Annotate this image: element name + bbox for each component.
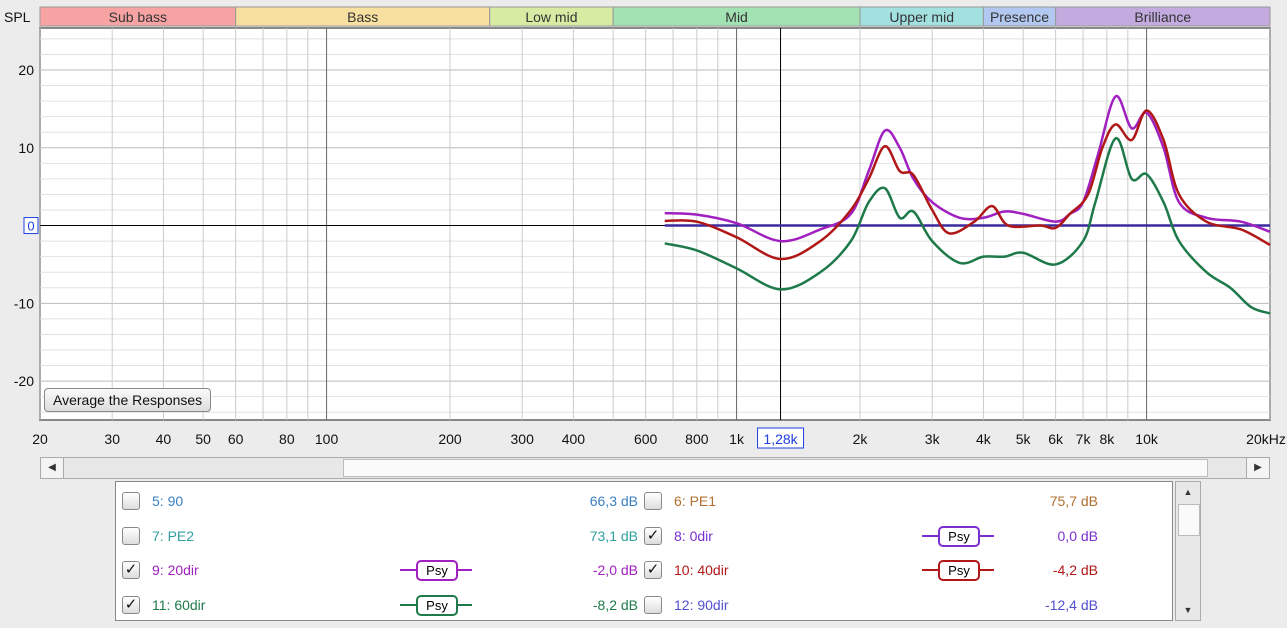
measurement-name[interactable]: 7: PE2: [152, 528, 194, 544]
legend-scroll-thumb[interactable]: [1178, 504, 1200, 536]
check-icon: ✓: [646, 526, 660, 544]
check-icon: ✓: [646, 561, 660, 578]
x-tick-label: 8k: [1099, 431, 1115, 447]
legend-scrollbar[interactable]: ▲ ▼: [1175, 481, 1201, 621]
smoothing-indicator[interactable]: Psy: [400, 594, 472, 616]
x-tick-label: 40: [156, 431, 172, 447]
measurement-legend: 5: 90 66,3 dB 6: PE1 75,7 dB 7: PE2 73,1 dB…: [115, 481, 1173, 621]
psy-label: Psy: [416, 560, 458, 581]
visibility-checkbox[interactable]: ✓: [644, 561, 662, 579]
visibility-checkbox[interactable]: [644, 492, 662, 510]
y-tick-label: 10: [18, 140, 34, 156]
average-responses-button[interactable]: Average the Responses: [44, 388, 212, 412]
visibility-checkbox[interactable]: [122, 526, 140, 545]
x-tick-label: 10k: [1135, 431, 1159, 447]
scroll-thumb[interactable]: [343, 459, 1208, 477]
x-tick-label: 60: [228, 431, 244, 447]
x-tick-label: 7k: [1076, 431, 1092, 447]
visibility-checkbox[interactable]: ✓: [122, 561, 140, 579]
y-tick-label: 20: [18, 62, 34, 78]
x-tick-label: 3k: [925, 431, 941, 447]
scroll-left-button[interactable]: ◀: [41, 458, 64, 478]
legend-item: 7: PE2 73,1 dB: [118, 525, 638, 547]
measurement-name[interactable]: 11: 60dir: [152, 597, 205, 613]
legend-item: 12: 90dir -12,4 dB: [640, 594, 1160, 616]
measurement-name[interactable]: 12: 90dir: [674, 597, 728, 613]
band-label: Sub bass: [109, 9, 167, 25]
measurement-name[interactable]: 9: 20dir: [152, 562, 199, 578]
band-label: Bass: [347, 9, 378, 25]
measurement-offset: 75,7 dB: [1049, 493, 1098, 509]
y-axis-label: SPL: [4, 9, 31, 25]
x-tick-label: 2k: [853, 431, 869, 447]
band-label: Presence: [990, 9, 1049, 25]
measurement-offset: 73,1 dB: [589, 527, 638, 544]
x-tick-label: 1k: [729, 431, 745, 447]
scroll-down-button[interactable]: ▼: [1176, 600, 1200, 620]
measurement-name[interactable]: 5: 90: [152, 493, 183, 509]
horizontal-scrollbar[interactable]: ◀ ▶: [40, 457, 1270, 479]
x-tick-label: 300: [511, 431, 535, 447]
psy-label: Psy: [416, 594, 458, 616]
psy-label: Psy: [938, 560, 980, 581]
x-tick-label: 100: [315, 431, 339, 447]
plot-area: [39, 27, 1271, 421]
x-tick-label: 6k: [1048, 431, 1064, 447]
x-tick-label: 4k: [976, 431, 992, 447]
legend-item: 5: 90 66,3 dB: [118, 490, 638, 512]
smoothing-indicator[interactable]: Psy: [400, 559, 472, 581]
x-cursor-label: 1,28k: [763, 431, 798, 447]
visibility-checkbox[interactable]: ✓: [644, 526, 662, 545]
x-tick-label: 50: [195, 431, 211, 447]
y-tick-label: -20: [14, 373, 34, 389]
psy-label: Psy: [938, 525, 980, 547]
x-tick-label: 20kHz: [1246, 431, 1286, 447]
scroll-right-button[interactable]: ▶: [1246, 458, 1269, 478]
check-icon: ✓: [124, 561, 138, 578]
scroll-up-button[interactable]: ▲: [1176, 482, 1200, 502]
visibility-checkbox[interactable]: [122, 492, 140, 510]
measurement-name[interactable]: 8: 0dir: [674, 528, 713, 544]
measurement-offset: -2,0 dB: [592, 562, 638, 578]
x-tick-label: 20: [32, 431, 48, 447]
measurement-offset: 0,0 dB: [1057, 527, 1098, 544]
legend-item: ✓ 9: 20dir Psy -2,0 dB: [118, 559, 638, 581]
visibility-checkbox[interactable]: [644, 595, 662, 614]
measurement-offset: -12,4 dB: [1045, 596, 1098, 613]
measurement-name[interactable]: 6: PE1: [674, 493, 716, 509]
band-label: Upper mid: [889, 9, 954, 25]
x-tick-label: 600: [634, 431, 658, 447]
x-tick-label: 200: [438, 431, 462, 447]
visibility-checkbox[interactable]: ✓: [122, 595, 140, 614]
legend-item: 6: PE1 75,7 dB: [640, 490, 1160, 512]
x-tick-label: 400: [562, 431, 586, 447]
x-tick-label: 80: [279, 431, 295, 447]
legend-item: ✓ 8: 0dir Psy 0,0 dB: [640, 525, 1160, 547]
x-tick-label: 30: [104, 431, 120, 447]
legend-item: ✓ 11: 60dir Psy -8,2 dB: [118, 594, 638, 616]
measurement-offset: -8,2 dB: [592, 596, 638, 613]
band-label: Brilliance: [1134, 9, 1191, 25]
check-icon: ✓: [124, 595, 138, 613]
band-label: Low mid: [525, 9, 577, 25]
band-label: Mid: [725, 9, 748, 25]
measurement-offset: 66,3 dB: [589, 493, 638, 509]
y-cursor-label: 0: [27, 219, 34, 234]
x-tick-label: 800: [685, 431, 709, 447]
measurement-name[interactable]: 10: 40dir: [674, 562, 728, 578]
x-tick-label: 5k: [1016, 431, 1032, 447]
measurement-offset: -4,2 dB: [1052, 562, 1098, 578]
y-tick-label: -10: [14, 295, 34, 311]
legend-item: ✓ 10: 40dir Psy -4,2 dB: [640, 559, 1160, 581]
